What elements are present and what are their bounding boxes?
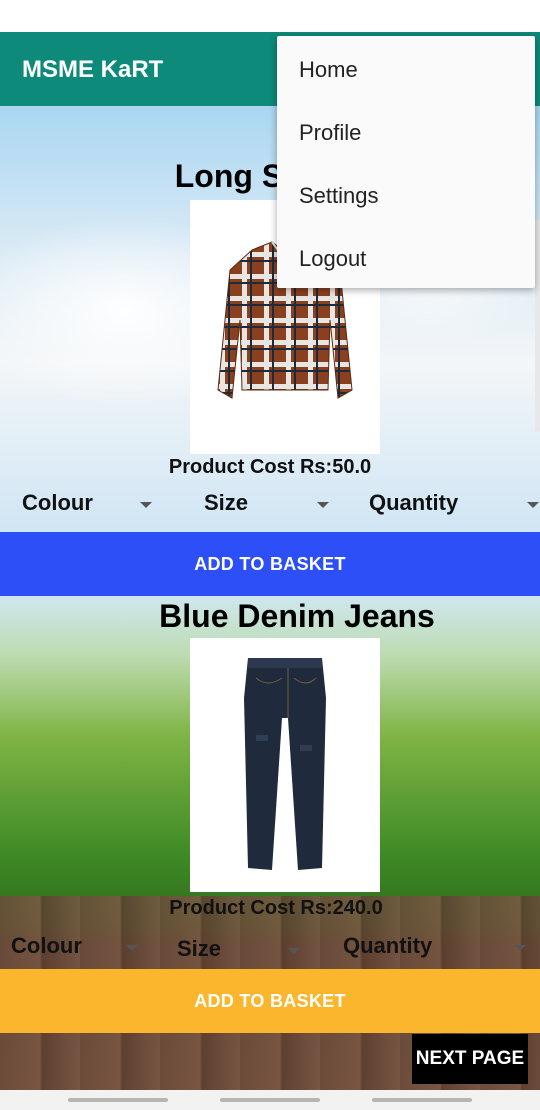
menu-item-settings[interactable]: Settings (277, 164, 535, 227)
nav-recents-handle[interactable] (372, 1098, 472, 1102)
size-label: Size (177, 936, 222, 961)
nav-home-handle[interactable] (220, 1098, 320, 1102)
system-nav-bar (0, 1090, 540, 1110)
product-cost: Product Cost Rs:240.0 (169, 897, 383, 919)
colour-label: Colour (22, 490, 93, 515)
chevron-down-icon (317, 502, 329, 508)
colour-label: Colour (11, 933, 82, 958)
quantity-label: Quantity (343, 933, 433, 958)
app-title: MSME KaRT (22, 56, 164, 83)
colour-dropdown[interactable]: Colour (22, 490, 156, 524)
add-to-basket-button[interactable]: ADD TO BASKET (0, 532, 540, 596)
menu-item-logout[interactable]: Logout (277, 227, 535, 290)
product-cost: Product Cost Rs:50.0 (168, 456, 372, 478)
denim-jeans-image (190, 638, 380, 892)
nav-back-handle[interactable] (68, 1098, 168, 1102)
product-title: Blue Denim Jeans (159, 598, 435, 634)
overflow-menu: Home Profile Settings Logout (277, 36, 535, 288)
scrollbar[interactable] (535, 220, 540, 432)
size-label: Size (204, 490, 249, 515)
chevron-down-icon (126, 945, 138, 951)
chevron-down-icon (514, 945, 526, 951)
chevron-down-icon (288, 948, 300, 954)
menu-item-profile[interactable]: Profile (277, 101, 535, 164)
add-to-basket-button[interactable]: ADD TO BASKET (0, 969, 540, 1033)
quantity-label: Quantity (369, 490, 459, 515)
size-dropdown[interactable]: Size (204, 490, 334, 524)
status-bar (0, 0, 540, 32)
size-dropdown[interactable]: Size (177, 936, 303, 970)
quantity-dropdown[interactable]: Quantity (343, 933, 528, 967)
chevron-down-icon (140, 502, 152, 508)
next-page-button[interactable]: NEXT PAGE (412, 1034, 528, 1084)
quantity-dropdown[interactable]: Quantity (369, 490, 540, 524)
chevron-down-icon (527, 502, 539, 508)
colour-dropdown[interactable]: Colour (11, 933, 141, 967)
menu-item-home[interactable]: Home (277, 38, 535, 101)
